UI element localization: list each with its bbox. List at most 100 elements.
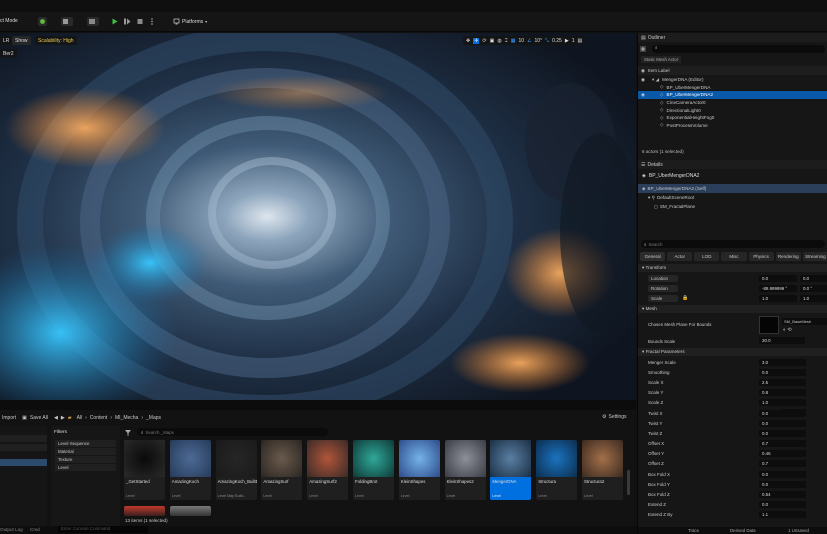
add-actor-icon[interactable] bbox=[38, 17, 47, 26]
transform-value-x[interactable]: 0.0 bbox=[759, 274, 797, 282]
outliner-search[interactable]: ⌕ bbox=[652, 45, 825, 53]
param-slider-track[interactable] bbox=[782, 399, 806, 407]
component-row[interactable]: ◻ SM_FractalPlane bbox=[638, 202, 827, 211]
mode-selector[interactable]: ct Mode bbox=[0, 18, 18, 24]
asset-tile[interactable] bbox=[169, 506, 211, 516]
derived-data-button[interactable]: Derived Data bbox=[730, 528, 756, 533]
details-search-input[interactable]: Search bbox=[649, 242, 663, 247]
browse-asset-icon[interactable]: ◐ ⟲ bbox=[783, 327, 792, 333]
component-row[interactable]: ◈ BP_UberMengerDNA2 (Self) bbox=[638, 184, 827, 193]
scale-snap-icon[interactable]: ⤡ bbox=[545, 38, 549, 44]
view-mode-label[interactable]: LR bbox=[3, 38, 9, 44]
scalability-menu[interactable]: Scalability: High bbox=[35, 36, 77, 45]
outliner-row[interactable]: ◇ PostProcessVolume bbox=[638, 122, 827, 130]
param-slider-track[interactable] bbox=[782, 511, 806, 519]
filter-icon[interactable] bbox=[124, 429, 132, 437]
panel-splitter[interactable] bbox=[0, 400, 636, 410]
param-slider-track[interactable] bbox=[782, 429, 806, 437]
platforms-menu[interactable]: Platforms ▾ bbox=[173, 17, 207, 26]
details-tab-misc[interactable]: Misc bbox=[721, 252, 747, 261]
filter-texture[interactable]: Texture bbox=[55, 456, 116, 463]
grid-snap-icon[interactable]: ▦ bbox=[511, 38, 516, 44]
more-options-icon[interactable] bbox=[148, 17, 156, 26]
select-icon[interactable]: ✥ bbox=[466, 38, 470, 44]
outliner-row[interactable]: ◇ DirectionalLight0 bbox=[638, 106, 827, 114]
blueprint-icon[interactable] bbox=[61, 17, 73, 26]
param-slider-track[interactable] bbox=[782, 389, 806, 397]
param-slider-track[interactable] bbox=[782, 440, 806, 447]
content-search-input[interactable]: Search _Maps bbox=[146, 430, 174, 435]
outliner-filter-chip[interactable]: Static Mesh Actor bbox=[641, 56, 682, 63]
stop-icon[interactable] bbox=[136, 17, 144, 26]
transform-mode-dropdown[interactable]: Rotation bbox=[648, 284, 678, 292]
history-back-icon[interactable]: ◀ bbox=[54, 415, 58, 421]
asset-tile[interactable]: Structura Level bbox=[536, 440, 578, 500]
transform-value-y[interactable]: 1.0 bbox=[800, 294, 827, 302]
folder-tree-item[interactable] bbox=[0, 459, 47, 466]
param-slider-track[interactable] bbox=[782, 460, 806, 468]
layout-icon[interactable]: ▤ bbox=[577, 38, 582, 44]
filter-level-sequence[interactable]: Level Sequence bbox=[55, 440, 116, 447]
transform-section-header[interactable]: ▾ Transform bbox=[638, 264, 827, 272]
filter-level[interactable]: Level bbox=[55, 464, 116, 471]
param-slider-track[interactable] bbox=[782, 358, 806, 366]
param-slider-track[interactable] bbox=[782, 368, 806, 376]
mesh-section-header[interactable]: ▾ Mesh bbox=[638, 305, 827, 313]
rotate-icon[interactable]: ⟳ bbox=[482, 38, 486, 44]
transform-value-x[interactable]: 1.0 bbox=[759, 294, 797, 302]
bounds-scale-field[interactable]: 30.0 bbox=[759, 337, 805, 344]
trace-button[interactable]: Trace bbox=[688, 528, 699, 533]
console-input[interactable]: Enter Console Command bbox=[58, 526, 148, 533]
breadcrumb-maps[interactable]: _Maps bbox=[146, 415, 161, 421]
param-slider-track[interactable] bbox=[782, 501, 806, 509]
asset-tile[interactable]: KleinShapes Level bbox=[398, 440, 440, 500]
outliner-row[interactable]: ◇ BP_UberMengerDNA bbox=[638, 84, 827, 92]
show-menu[interactable]: Show bbox=[12, 36, 31, 45]
scale-snap-value[interactable]: 0.25 bbox=[552, 38, 562, 44]
transform-mode-dropdown[interactable]: Scale bbox=[648, 294, 678, 302]
details-tab-streaming[interactable]: Streaming bbox=[802, 252, 827, 261]
outliner-add-icon[interactable] bbox=[638, 45, 648, 53]
history-forward-icon[interactable]: ▶ bbox=[61, 415, 65, 421]
asset-tile[interactable]: AmazingSurf Level bbox=[261, 440, 303, 500]
surface-snap-icon[interactable]: ⌶ bbox=[505, 38, 508, 44]
param-slider-track[interactable] bbox=[782, 480, 806, 488]
outliner-row[interactable]: ◇ BP_UberMengerDNA2 ◉ bbox=[638, 91, 827, 99]
details-tab-physics[interactable]: Physics bbox=[748, 252, 774, 261]
transform-mode-dropdown[interactable]: Location bbox=[648, 274, 678, 282]
grid-snap-value[interactable]: 10 bbox=[518, 38, 524, 44]
outliner-tab[interactable]: ▤ Outliner bbox=[638, 33, 827, 42]
asset-tile[interactable]: Structura2 Level bbox=[582, 440, 623, 500]
filter-material[interactable]: Material bbox=[55, 448, 116, 455]
asset-tile[interactable]: AmazingKoch Level bbox=[169, 440, 211, 500]
fractal-section-header[interactable]: ▾ Fractal Parameters bbox=[638, 348, 827, 356]
asset-grid-scrollbar[interactable] bbox=[627, 470, 630, 495]
details-tab-general[interactable]: General bbox=[640, 252, 666, 261]
mesh-plane-dropdown[interactable]: SM_BaseMesh bbox=[782, 318, 827, 325]
outliner-row[interactable]: ▾ ◢ MengerDNA (Editor) ◉ bbox=[638, 76, 827, 84]
breadcrumb-all[interactable]: All bbox=[77, 415, 83, 421]
lock-icon[interactable]: 🔒 bbox=[682, 295, 688, 301]
mesh-thumbnail[interactable] bbox=[759, 316, 779, 334]
asset-tile[interactable] bbox=[124, 506, 165, 516]
save-all-button[interactable]: Save All bbox=[30, 415, 48, 421]
camera-speed-value[interactable]: 1 bbox=[572, 38, 575, 44]
param-slider-track[interactable] bbox=[782, 450, 806, 458]
world-icon[interactable]: ◍ bbox=[497, 38, 501, 44]
breadcrumb-mi-mecha[interactable]: MI_Mecha bbox=[115, 415, 138, 421]
folder-icon[interactable]: ▰ bbox=[68, 415, 72, 421]
eye-icon[interactable]: ◉ bbox=[641, 92, 645, 98]
asset-tile[interactable]: FoldingBrot Level bbox=[353, 440, 394, 500]
cmd-selector[interactable]: Cmd bbox=[30, 527, 40, 532]
details-tab-lod[interactable]: LOD bbox=[694, 252, 720, 261]
content-search-box[interactable]: ⌕ Search _Maps bbox=[137, 428, 328, 436]
camera-speed-icon[interactable]: ▶ bbox=[565, 38, 569, 44]
output-log-button[interactable]: Output Log bbox=[0, 527, 23, 532]
details-tab[interactable]: ☰ Details bbox=[638, 160, 827, 169]
unsaved-indicator[interactable]: 1 Unsaved bbox=[788, 528, 809, 533]
import-button[interactable]: Import bbox=[0, 415, 16, 421]
transform-value-y[interactable]: 0.0 ° bbox=[800, 284, 827, 292]
outliner-row[interactable]: ◇ CineCameraActor0 bbox=[638, 99, 827, 107]
details-tab-rendering[interactable]: Rendering bbox=[775, 252, 801, 261]
folder-tree-item[interactable] bbox=[0, 444, 47, 451]
